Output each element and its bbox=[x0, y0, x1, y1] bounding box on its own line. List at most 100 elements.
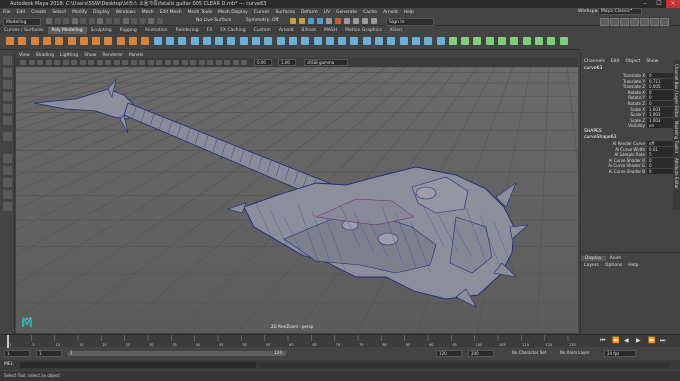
shelf-tool-icon[interactable] bbox=[30, 37, 39, 45]
shape-attr-value-field[interactable]: 0 bbox=[647, 169, 673, 174]
channel-value-field[interactable]: 0.005 bbox=[647, 84, 673, 90]
shelf-tool-icon[interactable] bbox=[55, 37, 64, 45]
shelf-tool-icon[interactable] bbox=[424, 37, 433, 45]
panel-toolbar-icon[interactable] bbox=[232, 60, 239, 65]
command-input[interactable] bbox=[20, 362, 256, 368]
render-tool-icon[interactable] bbox=[371, 18, 377, 24]
shelf-tab-xgen[interactable]: XGen bbox=[386, 27, 406, 34]
panel-toolbar-icon[interactable] bbox=[105, 60, 111, 65]
shelf-tab-animation[interactable]: Animation bbox=[141, 27, 172, 34]
playback-button-icon[interactable]: ⏭ bbox=[660, 337, 665, 345]
anim-layer-dropdown[interactable]: No Anim Layer bbox=[560, 350, 589, 355]
panel-toolbar-icon[interactable] bbox=[54, 60, 60, 65]
shelf-tool-icon[interactable] bbox=[92, 37, 101, 45]
status-tool-icon[interactable] bbox=[105, 18, 112, 24]
render-tool-icon[interactable] bbox=[317, 18, 323, 24]
playback-button-icon[interactable]: ▶ bbox=[636, 337, 641, 344]
side-tab-modeling-toolkit[interactable]: Modeling Toolkit bbox=[674, 121, 679, 153]
channel-value-field[interactable]: on bbox=[647, 123, 673, 129]
panel-toggle-icon[interactable] bbox=[660, 18, 669, 26]
exposure-field[interactable]: 0.00 bbox=[254, 59, 272, 66]
shelf-tool-icon[interactable] bbox=[559, 37, 568, 45]
shape-attr-value-field[interactable]: 0 bbox=[647, 163, 673, 169]
toolbox-tool-icon[interactable] bbox=[3, 154, 12, 163]
toolbox-tool-icon[interactable] bbox=[3, 202, 12, 211]
channel-value-field[interactable]: 0.711 bbox=[647, 78, 673, 84]
viewport-persp[interactable]: y x z M 2D Pan/Zoom : persp bbox=[16, 67, 578, 333]
toolbox-tool-icon[interactable] bbox=[3, 80, 12, 89]
panel-toolbar-icon[interactable] bbox=[164, 60, 171, 65]
panel-toggle-icon[interactable] bbox=[640, 18, 649, 26]
channel-value-field[interactable]: 0 bbox=[647, 73, 673, 78]
panel-toolbar-icon[interactable] bbox=[215, 60, 222, 65]
guitar-mesh[interactable] bbox=[33, 78, 529, 308]
shelf-tool-icon[interactable] bbox=[387, 37, 396, 45]
shelf-tool-icon[interactable] bbox=[411, 37, 420, 45]
status-tool-icon[interactable] bbox=[54, 18, 61, 24]
status-tool-icon[interactable] bbox=[148, 18, 154, 24]
panel-toolbar-icon[interactable] bbox=[156, 60, 162, 65]
panel-toolbar-icon[interactable] bbox=[130, 60, 137, 65]
shelf-tool-icon[interactable] bbox=[375, 37, 383, 45]
playback-end-field[interactable]: 120 bbox=[436, 350, 462, 357]
panel-toolbar-icon[interactable] bbox=[79, 60, 86, 65]
toolbox-tool-icon[interactable] bbox=[3, 190, 12, 199]
status-tool-icon[interactable] bbox=[114, 18, 120, 24]
toolbox-tool-icon[interactable] bbox=[3, 92, 12, 101]
playback-button-icon[interactable]: ⏩ bbox=[648, 337, 655, 344]
shelf-tool-icon[interactable] bbox=[227, 37, 236, 45]
panel-toolbar-icon[interactable] bbox=[62, 60, 69, 65]
shelf-tool-icon[interactable] bbox=[215, 37, 224, 45]
playback-start-field[interactable]: 1 bbox=[36, 350, 62, 357]
shelf-tool-icon[interactable] bbox=[18, 37, 27, 45]
panel-toolbar-icon[interactable] bbox=[173, 60, 179, 65]
shelf-tool-icon[interactable] bbox=[252, 37, 260, 45]
status-tool-icon[interactable] bbox=[122, 18, 129, 24]
time-slider[interactable]: 1 5 10 15 20 25 30 35 40 45 50 55 60 65 70 75 80 85 90 95 10… bbox=[0, 334, 680, 348]
shelf-tool-icon[interactable] bbox=[461, 37, 470, 45]
shelf-tab-poly-modeling[interactable]: Poly Modeling bbox=[47, 27, 87, 34]
shelf-tab-rigging[interactable]: Rigging bbox=[116, 27, 141, 34]
character-set-dropdown[interactable]: No Character Set bbox=[512, 350, 546, 355]
close-icon[interactable]: × bbox=[666, 0, 680, 8]
render-tool-icon[interactable] bbox=[335, 18, 341, 24]
shelf-tab-custom[interactable]: Custom bbox=[250, 27, 275, 34]
shelf-tool-icon[interactable] bbox=[534, 37, 543, 45]
panel-toggle-icon[interactable] bbox=[630, 18, 639, 26]
layer-menu-options[interactable]: Options bbox=[602, 263, 625, 268]
shelf-tool-icon[interactable] bbox=[338, 37, 347, 45]
toolbox-tool-icon[interactable] bbox=[3, 116, 12, 125]
end-time-field[interactable]: 200 bbox=[468, 350, 494, 357]
channel-menu-object[interactable]: Object bbox=[623, 59, 644, 64]
selected-object-name[interactable]: curve63 bbox=[584, 66, 602, 71]
toolbox-tool-icon[interactable] bbox=[3, 104, 12, 113]
channel-menu-channels[interactable]: Channels bbox=[581, 59, 608, 64]
status-tool-icon[interactable] bbox=[156, 18, 163, 24]
render-tool-icon[interactable] bbox=[326, 18, 332, 24]
status-tool-icon[interactable] bbox=[63, 18, 69, 24]
playback-button-icon[interactable]: ⏮ bbox=[600, 337, 605, 345]
shelf-tool-icon[interactable] bbox=[129, 37, 137, 45]
channel-value-field[interactable]: 1.003 bbox=[647, 117, 673, 123]
channel-value-field[interactable]: 1.003 bbox=[647, 112, 673, 118]
shape-name[interactable]: curveShape63 bbox=[584, 135, 616, 140]
panel-toolbar-icon[interactable] bbox=[139, 60, 145, 65]
shelf-tab-curves-surfaces[interactable]: Curves / Surfaces bbox=[0, 27, 48, 34]
channel-menu-show[interactable]: Show bbox=[643, 59, 661, 64]
shelf-tool-icon[interactable] bbox=[448, 37, 457, 45]
shelf-tool-icon[interactable] bbox=[547, 37, 556, 45]
shelf-tool-icon[interactable] bbox=[288, 37, 297, 45]
toolbox-tool-icon[interactable] bbox=[3, 68, 12, 77]
panel-toolbar-icon[interactable] bbox=[96, 60, 103, 65]
render-tool-icon[interactable] bbox=[299, 18, 305, 24]
shelf-tool-icon[interactable] bbox=[153, 37, 162, 45]
panel-toolbar-icon[interactable] bbox=[20, 60, 26, 65]
shelf-tool-icon[interactable] bbox=[141, 37, 150, 45]
panel-toggle-icon[interactable] bbox=[600, 18, 609, 26]
panel-toolbar-icon[interactable] bbox=[207, 60, 213, 65]
panel-toolbar-icon[interactable] bbox=[198, 60, 205, 65]
channel-value-field[interactable]: 1.003 bbox=[647, 106, 673, 112]
panel-toolbar-icon[interactable] bbox=[88, 60, 94, 65]
playback-button-icon[interactable]: ◀ bbox=[624, 337, 629, 344]
layer-menu-layers[interactable]: Layers bbox=[581, 263, 602, 268]
